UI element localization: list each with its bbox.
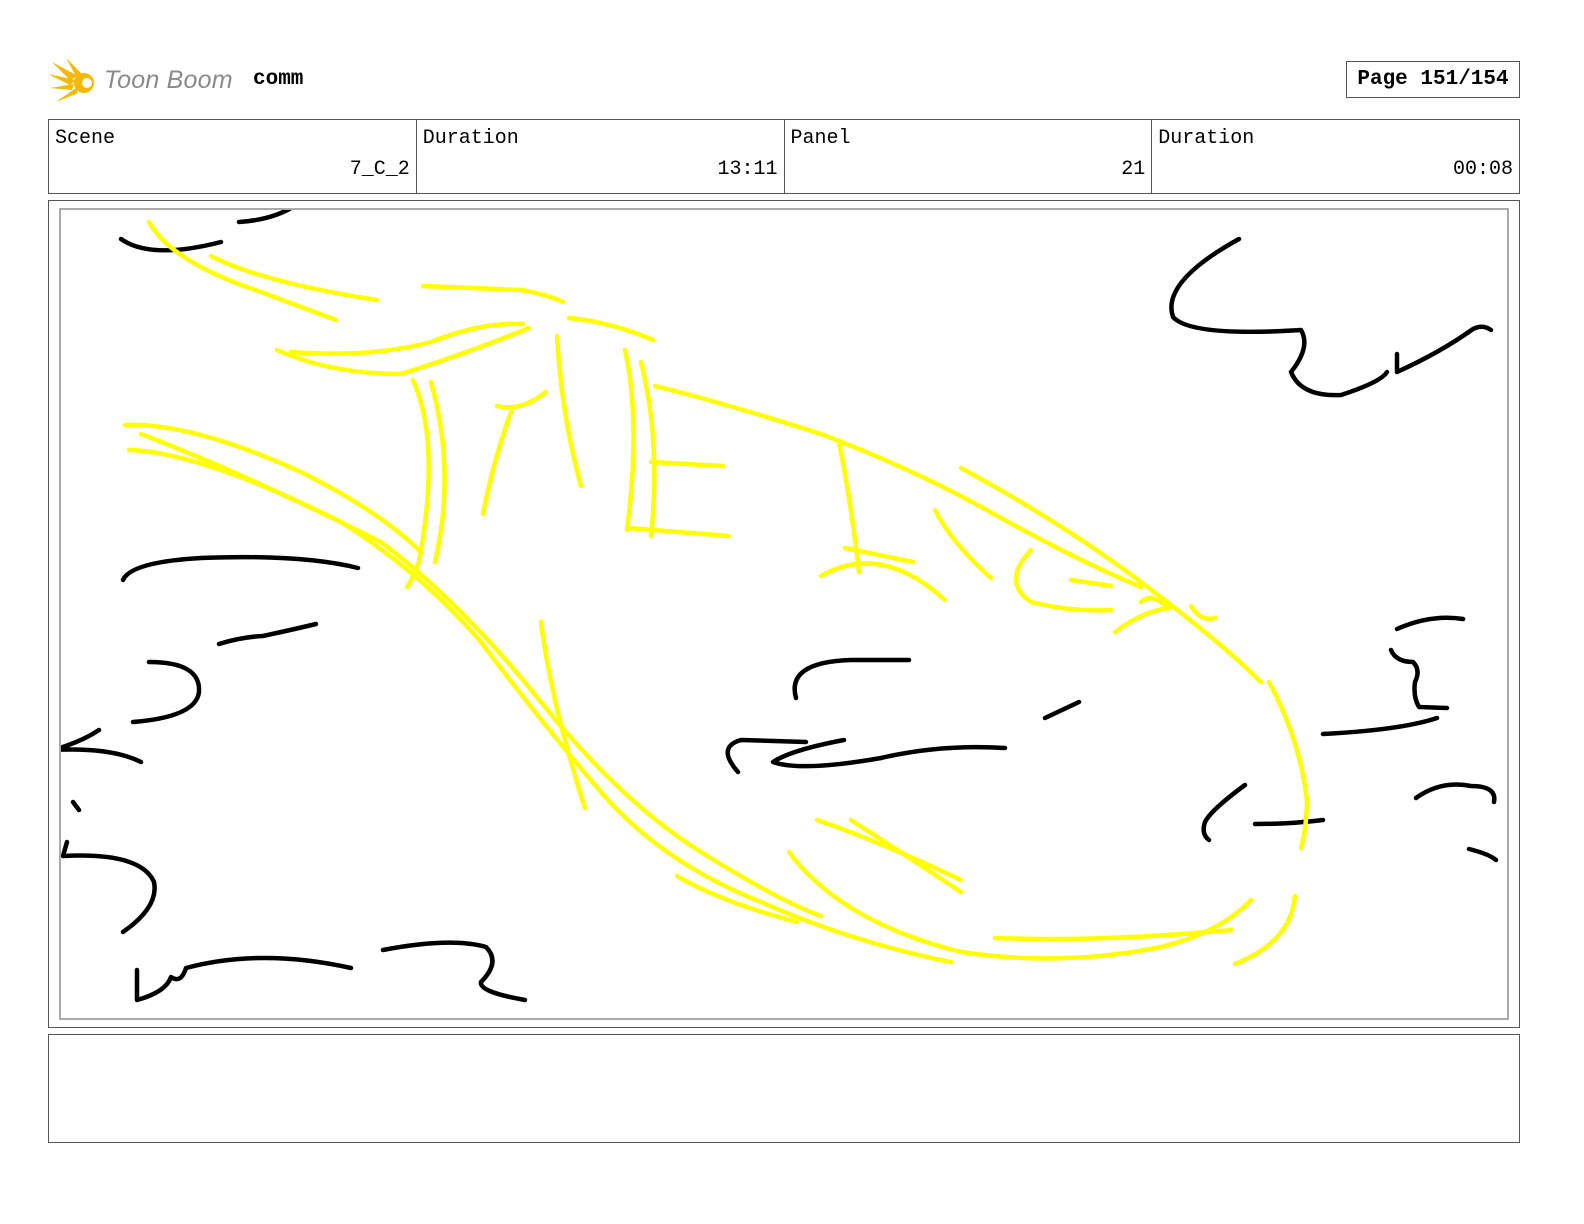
page-counter: Page 151/154 [1346, 61, 1520, 98]
cloud-stroke [1320, 715, 1440, 737]
shape-stroke [932, 507, 994, 581]
cloud-stroke [134, 955, 354, 1003]
shape-stroke [1112, 595, 1172, 635]
starburst-icon [48, 58, 94, 102]
cloud-stroke [236, 210, 293, 225]
panel-notes-box [48, 1034, 1520, 1143]
shape-stroke [626, 525, 732, 539]
scene-duration-cell: Duration 13:11 [417, 120, 785, 193]
cloud-stroke [61, 727, 144, 765]
panel-duration-label: Duration [1158, 127, 1255, 150]
scene-info-table: Scene 7_C_2 Duration 13:11 Panel 21 Dura… [48, 119, 1520, 194]
shape-stroke [814, 817, 964, 883]
shape-stroke [420, 283, 566, 305]
cloud-stroke [1413, 782, 1497, 805]
cloud-stroke [1466, 846, 1499, 863]
cloud-stroke [1388, 647, 1450, 711]
shape-stroke [1188, 603, 1218, 621]
panel-label: Panel [790, 127, 851, 150]
panel-duration-value: 00:08 [1452, 158, 1513, 181]
scene-duration-label: Duration [422, 127, 519, 150]
panel-value: 21 [1121, 158, 1146, 181]
scene-label: Scene [55, 127, 116, 150]
shape-stroke [554, 333, 584, 489]
cloud-stroke [216, 621, 319, 647]
cloud-sketch-strokes [61, 210, 1499, 1003]
shape-stroke [622, 347, 636, 533]
cloud-stroke [70, 799, 82, 813]
panel-cell: Panel 21 [785, 120, 1153, 193]
shape-stroke [428, 379, 447, 565]
shape-stroke [538, 619, 588, 811]
toon-boom-logo: Toon Boom [48, 56, 248, 108]
scene-value: 7_C_2 [349, 158, 410, 181]
shape-stroke [138, 431, 824, 919]
storyboard-sketch [61, 210, 1499, 1003]
shape-stroke [848, 817, 964, 895]
shape-stroke [818, 561, 948, 603]
shape-stroke [648, 459, 726, 469]
shape-stroke [288, 321, 526, 356]
cloud-stroke [792, 657, 912, 701]
scene-cell: Scene 7_C_2 [49, 120, 417, 193]
yellow-sketch-strokes [122, 219, 1310, 967]
cloud-stroke [1169, 236, 1390, 398]
page-header: Toon Boom comm Page 151/154 [48, 52, 1520, 108]
shape-stroke [480, 409, 514, 517]
scene-duration-value: 13:11 [717, 158, 778, 181]
shape-stroke [404, 377, 431, 590]
cloud-stroke [120, 554, 361, 583]
project-name: comm [253, 68, 304, 91]
panel-frame [48, 200, 1520, 1028]
shape-stroke [638, 359, 657, 539]
cloud-stroke [1252, 817, 1326, 827]
panel-image [59, 208, 1509, 1020]
shape-stroke [566, 315, 656, 343]
shape-stroke [1013, 547, 1114, 613]
shape-stroke [1068, 577, 1114, 589]
shape-stroke [126, 447, 954, 965]
cloud-stroke [770, 737, 1008, 769]
cloud-stroke [130, 659, 202, 725]
cloud-stroke [1042, 699, 1082, 721]
shape-stroke [786, 849, 1254, 961]
shape-stroke [274, 325, 532, 377]
cloud-stroke [61, 839, 157, 935]
shape-stroke [494, 389, 549, 410]
logo-text: Toon Boom [104, 66, 233, 94]
cloud-stroke [1201, 782, 1248, 843]
panel-duration-cell: Duration 00:08 [1152, 120, 1519, 193]
cloud-stroke [1394, 615, 1466, 632]
cloud-stroke [380, 940, 528, 1003]
shape-stroke [208, 253, 380, 303]
cloud-stroke [1394, 324, 1494, 375]
